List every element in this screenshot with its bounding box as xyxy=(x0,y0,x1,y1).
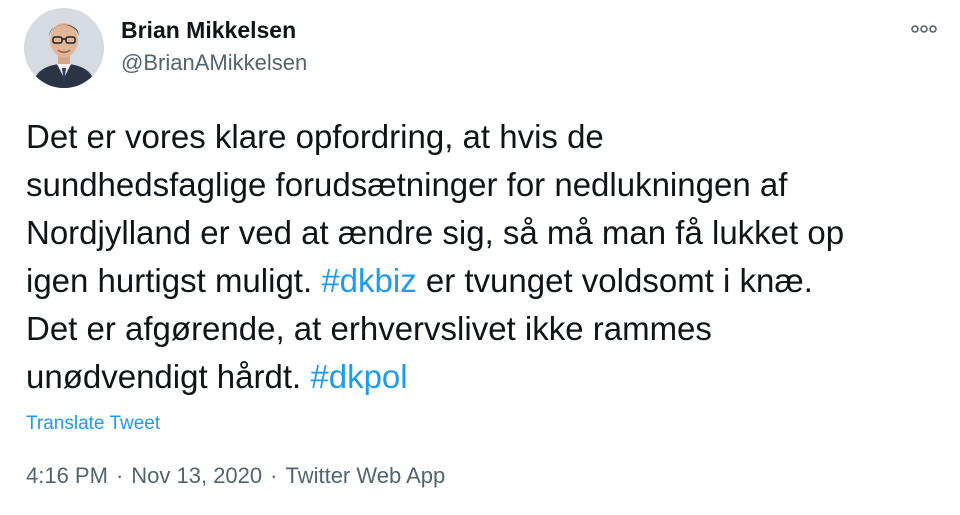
tweet-text-line: Nordjylland er ved at ændre sig, så må m… xyxy=(26,209,946,257)
tweet: Brian Mikkelsen @BrianAMikkelsen Det er … xyxy=(0,0,960,515)
display-name[interactable]: Brian Mikkelsen xyxy=(121,16,296,44)
profile-photo-icon xyxy=(24,8,104,88)
user-handle[interactable]: @BrianAMikkelsen xyxy=(121,50,307,76)
more-options-icon xyxy=(911,25,937,33)
tweet-text-line: unødvendigt hårdt. #dkpol xyxy=(26,353,946,401)
hashtag-link[interactable]: #dkpol xyxy=(310,358,407,395)
tweet-text-line: Det er vores klare opfordring, at hvis d… xyxy=(26,113,946,161)
more-options-button[interactable] xyxy=(906,18,942,40)
tweet-source[interactable]: Twitter Web App xyxy=(285,463,445,488)
tweet-text-segment: Nordjylland er ved at ændre sig, så må m… xyxy=(26,214,845,251)
separator: · xyxy=(270,463,278,488)
tweet-text-segment: igen hurtigst muligt. xyxy=(26,262,322,299)
tweet-metadata: 4:16 PM · Nov 13, 2020 · Twitter Web App xyxy=(26,461,445,491)
tweet-text-segment: er tvunget voldsomt i knæ. xyxy=(416,262,813,299)
tweet-text-segment: unødvendigt hårdt. xyxy=(26,358,311,395)
tweet-time[interactable]: 4:16 PM xyxy=(26,463,108,488)
tweet-date[interactable]: Nov 13, 2020 xyxy=(131,463,262,488)
tweet-text-line: sundhedsfaglige forudsætninger for nedlu… xyxy=(26,161,946,209)
avatar[interactable] xyxy=(24,8,104,88)
tweet-text: Det er vores klare opfordring, at hvis d… xyxy=(26,113,946,401)
tweet-text-segment: Det er afgørende, at erhvervslivet ikke … xyxy=(26,310,712,347)
tweet-text-line: Det er afgørende, at erhvervslivet ikke … xyxy=(26,305,946,353)
translate-tweet-link[interactable]: Translate Tweet xyxy=(26,412,160,436)
tweet-text-line: igen hurtigst muligt. #dkbiz er tvunget … xyxy=(26,257,946,305)
tweet-text-segment: Det er vores klare opfordring, at hvis d… xyxy=(26,118,604,155)
hashtag-link[interactable]: #dkbiz xyxy=(321,262,416,299)
tweet-text-segment: sundhedsfaglige forudsætninger for nedlu… xyxy=(26,166,788,203)
separator: · xyxy=(115,463,124,488)
